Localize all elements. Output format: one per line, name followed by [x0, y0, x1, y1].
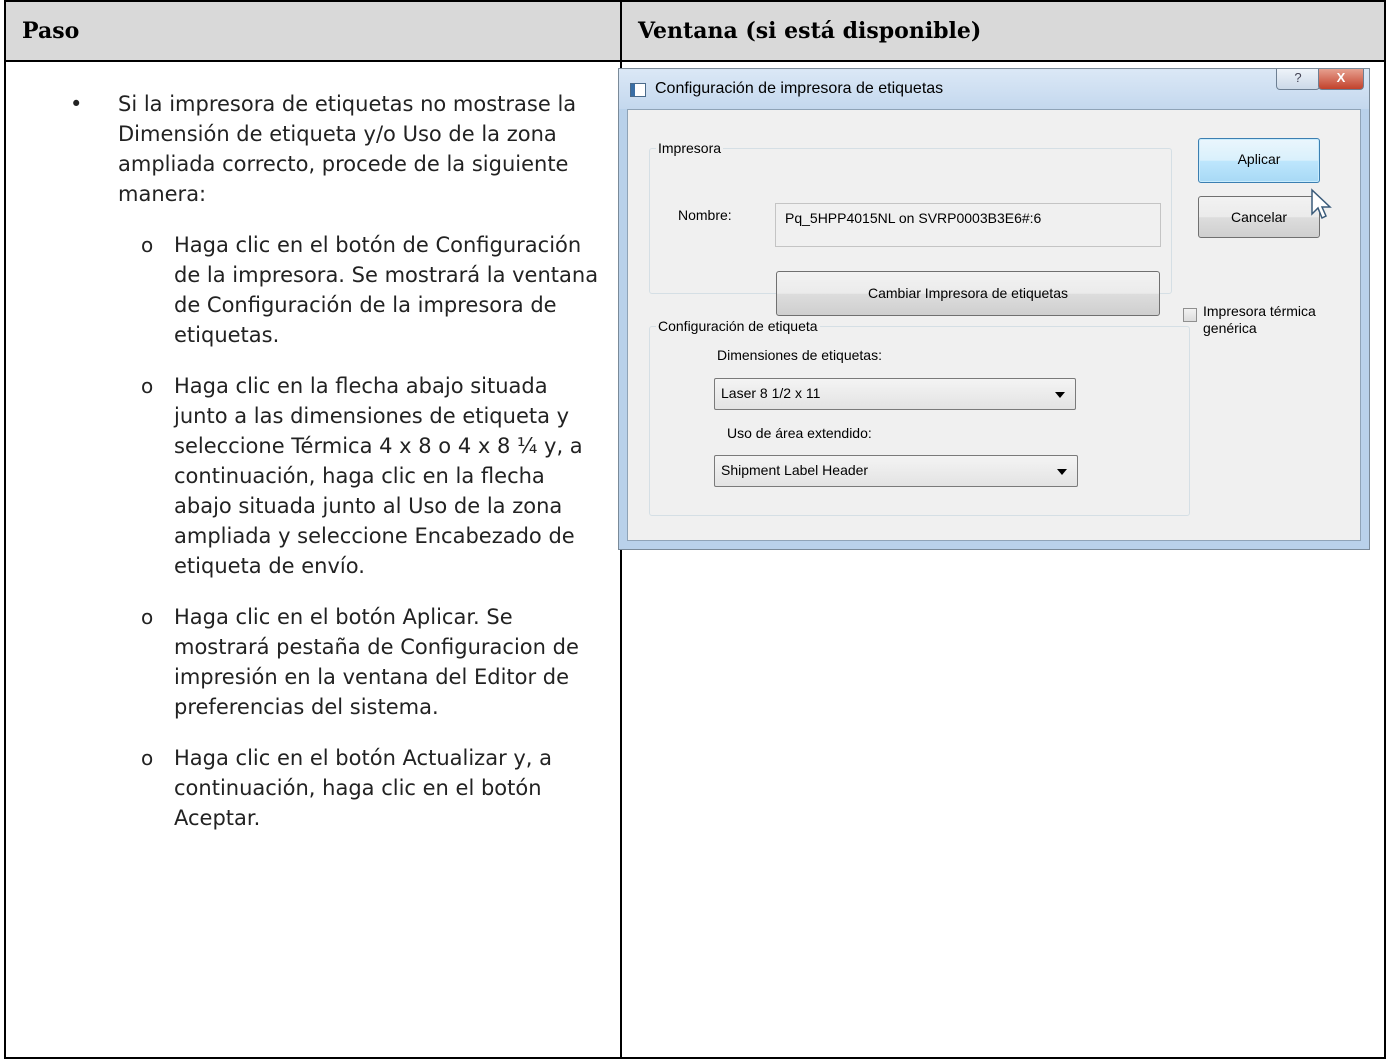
close-button[interactable]: X [1318, 69, 1364, 90]
extended-area-select[interactable]: Shipment Label Header [714, 455, 1078, 487]
cancel-button[interactable]: Cancelar [1198, 196, 1320, 238]
dropdown-arrow-icon [1057, 469, 1067, 475]
dropdown-arrow-icon [1055, 392, 1065, 398]
thermal-printer-checkbox[interactable] [1183, 308, 1197, 322]
printer-name-field: Pq_5HPP4015NL on SVRP0003B3E6#:6 [775, 203, 1161, 247]
thermal-printer-label-2: genérica [1203, 320, 1257, 336]
substep-text: Haga clic en el botón Aplicar. Se mostra… [174, 605, 579, 719]
step-intro: Si la impresora de etiquetas no mostrase… [118, 92, 577, 206]
dimensions-value: Laser 8 1/2 x 11 [721, 385, 821, 401]
substep-mark: o [141, 746, 154, 770]
dimensions-label: Dimensiones de etiquetas: [717, 347, 882, 363]
bullet-mark: • [70, 92, 83, 116]
mouse-cursor-icon [1311, 188, 1332, 220]
dialog-title: Configuración de impresora de etiquetas [655, 80, 944, 97]
dimensions-select[interactable]: Laser 8 1/2 x 11 [714, 378, 1076, 410]
label-printer-config-dialog: Configuración de impresora de etiquetas … [618, 68, 1370, 550]
header-window: Ventana (si está disponible) [620, 0, 1386, 62]
extended-area-label: Uso de área extendido: [727, 425, 872, 441]
bullet-item: • Si la impresora de etiquetas no mostra… [70, 89, 602, 209]
substep-text: Haga clic en la flecha abajo situada jun… [174, 374, 583, 578]
step-cell: • Si la impresora de etiquetas no mostra… [4, 60, 622, 1059]
thermal-printer-label-1: Impresora térmica [1203, 303, 1316, 319]
label-config-group-label: Configuración de etiqueta [658, 318, 818, 334]
substep-mark: o [141, 605, 154, 629]
printer-name-value: Pq_5HPP4015NL on SVRP0003B3E6#:6 [785, 210, 1042, 226]
printer-group-label: Impresora [658, 140, 722, 156]
substep-text: Haga clic en el botón de Configuración d… [174, 233, 599, 347]
substep-mark: o [141, 233, 154, 257]
header-step: Paso [4, 0, 622, 62]
step-text: • Si la impresora de etiquetas no mostra… [6, 89, 620, 833]
substep-mark: o [141, 374, 154, 398]
substep-item: o Haga clic en el botón Aplicar. Se most… [141, 602, 602, 722]
dialog-body: Impresora Nombre: Pq_5HPP4015NL on SVRP0… [627, 109, 1361, 541]
substep-item: o Haga clic en el botón Actualizar y, a … [141, 743, 602, 833]
substep-item: o Haga clic en la flecha abajo situada j… [141, 371, 602, 581]
name-label: Nombre: [678, 207, 732, 223]
dialog-title-bar[interactable]: Configuración de impresora de etiquetas … [619, 69, 1369, 109]
help-button[interactable]: ? [1276, 69, 1320, 90]
window-app-icon [630, 83, 646, 97]
substep-text: Haga clic en el botón Actualizar y, a co… [174, 746, 553, 830]
change-printer-button[interactable]: Cambiar Impresora de etiquetas [776, 271, 1160, 316]
extended-area-value: Shipment Label Header [721, 462, 869, 478]
substep-item: o Haga clic en el botón de Configuración… [141, 230, 602, 350]
printer-group: Impresora Nombre: Pq_5HPP4015NL on SVRP0… [649, 140, 1172, 316]
apply-button[interactable]: Aplicar [1198, 138, 1320, 183]
